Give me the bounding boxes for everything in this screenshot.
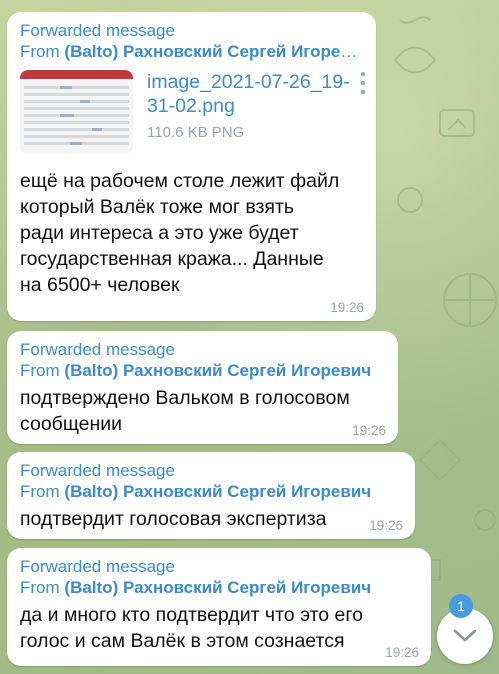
forwarded-from[interactable]: From (Balto) Рахновский Сергей Игоревич xyxy=(20,41,364,62)
message-time: 19:26 xyxy=(385,645,419,660)
from-name[interactable]: (Balto) Рахновский Сергей Игоревич xyxy=(64,42,364,61)
unread-count-badge: 1 xyxy=(449,594,473,618)
from-name[interactable]: (Balto) Рахновский Сергей Игоревич xyxy=(64,578,371,597)
image-thumbnail[interactable] xyxy=(20,70,133,154)
from-name[interactable]: (Balto) Рахновский Сергей Игоревич xyxy=(64,361,371,380)
forwarded-from[interactable]: From (Balto) Рахновский Сергей Игоревич xyxy=(20,577,419,598)
message-text: подтвердит голосовая экспертиза xyxy=(20,508,327,530)
forwarded-from[interactable]: From (Balto) Рахновский Сергей Игоревич xyxy=(20,481,403,502)
message-bubble-3[interactable]: Forwarded message From (Balto) Рахновски… xyxy=(7,452,415,539)
file-info: image_2021-07-26_19-31-02.png 110.6 KB P… xyxy=(147,70,365,154)
message-text: подтверждено Вальком в голосовом сообщен… xyxy=(20,387,350,435)
message-time: 19:26 xyxy=(352,423,386,438)
file-name[interactable]: image_2021-07-26_19-31-02.png xyxy=(147,70,357,118)
message-bubble-2[interactable]: Forwarded message From (Balto) Рахновски… xyxy=(7,331,398,444)
from-prefix: From xyxy=(20,361,60,380)
message-bubble-1[interactable]: Forwarded message From (Balto) Рахновски… xyxy=(7,12,376,321)
forwarded-label: Forwarded message xyxy=(20,340,175,359)
chevron-down-icon xyxy=(453,629,477,642)
forwarded-label: Forwarded message xyxy=(20,557,175,576)
forwarded-from[interactable]: From (Balto) Рахновский Сергей Игоревич xyxy=(20,360,386,381)
forwarded-label: Forwarded message xyxy=(20,21,175,40)
from-name[interactable]: (Balto) Рахновский Сергей Игоревич xyxy=(64,482,371,501)
more-vertical-icon[interactable] xyxy=(358,72,368,94)
message-time: 19:26 xyxy=(369,518,403,533)
message-text: ещё на рабочем столе лежит файл который … xyxy=(20,170,340,296)
from-prefix: From xyxy=(20,42,60,61)
message-time: 19:26 xyxy=(330,300,364,315)
message-bubble-4[interactable]: Forwarded message From (Balto) Рахновски… xyxy=(7,548,431,666)
from-prefix: From xyxy=(20,578,60,597)
forwarded-label: Forwarded message xyxy=(20,461,175,480)
file-attachment[interactable]: image_2021-07-26_19-31-02.png 110.6 KB P… xyxy=(20,70,365,154)
from-prefix: From xyxy=(20,482,60,501)
message-text: да и много кто подтвердит что это его го… xyxy=(20,604,363,652)
file-size: 110.6 KB PNG xyxy=(147,124,245,141)
